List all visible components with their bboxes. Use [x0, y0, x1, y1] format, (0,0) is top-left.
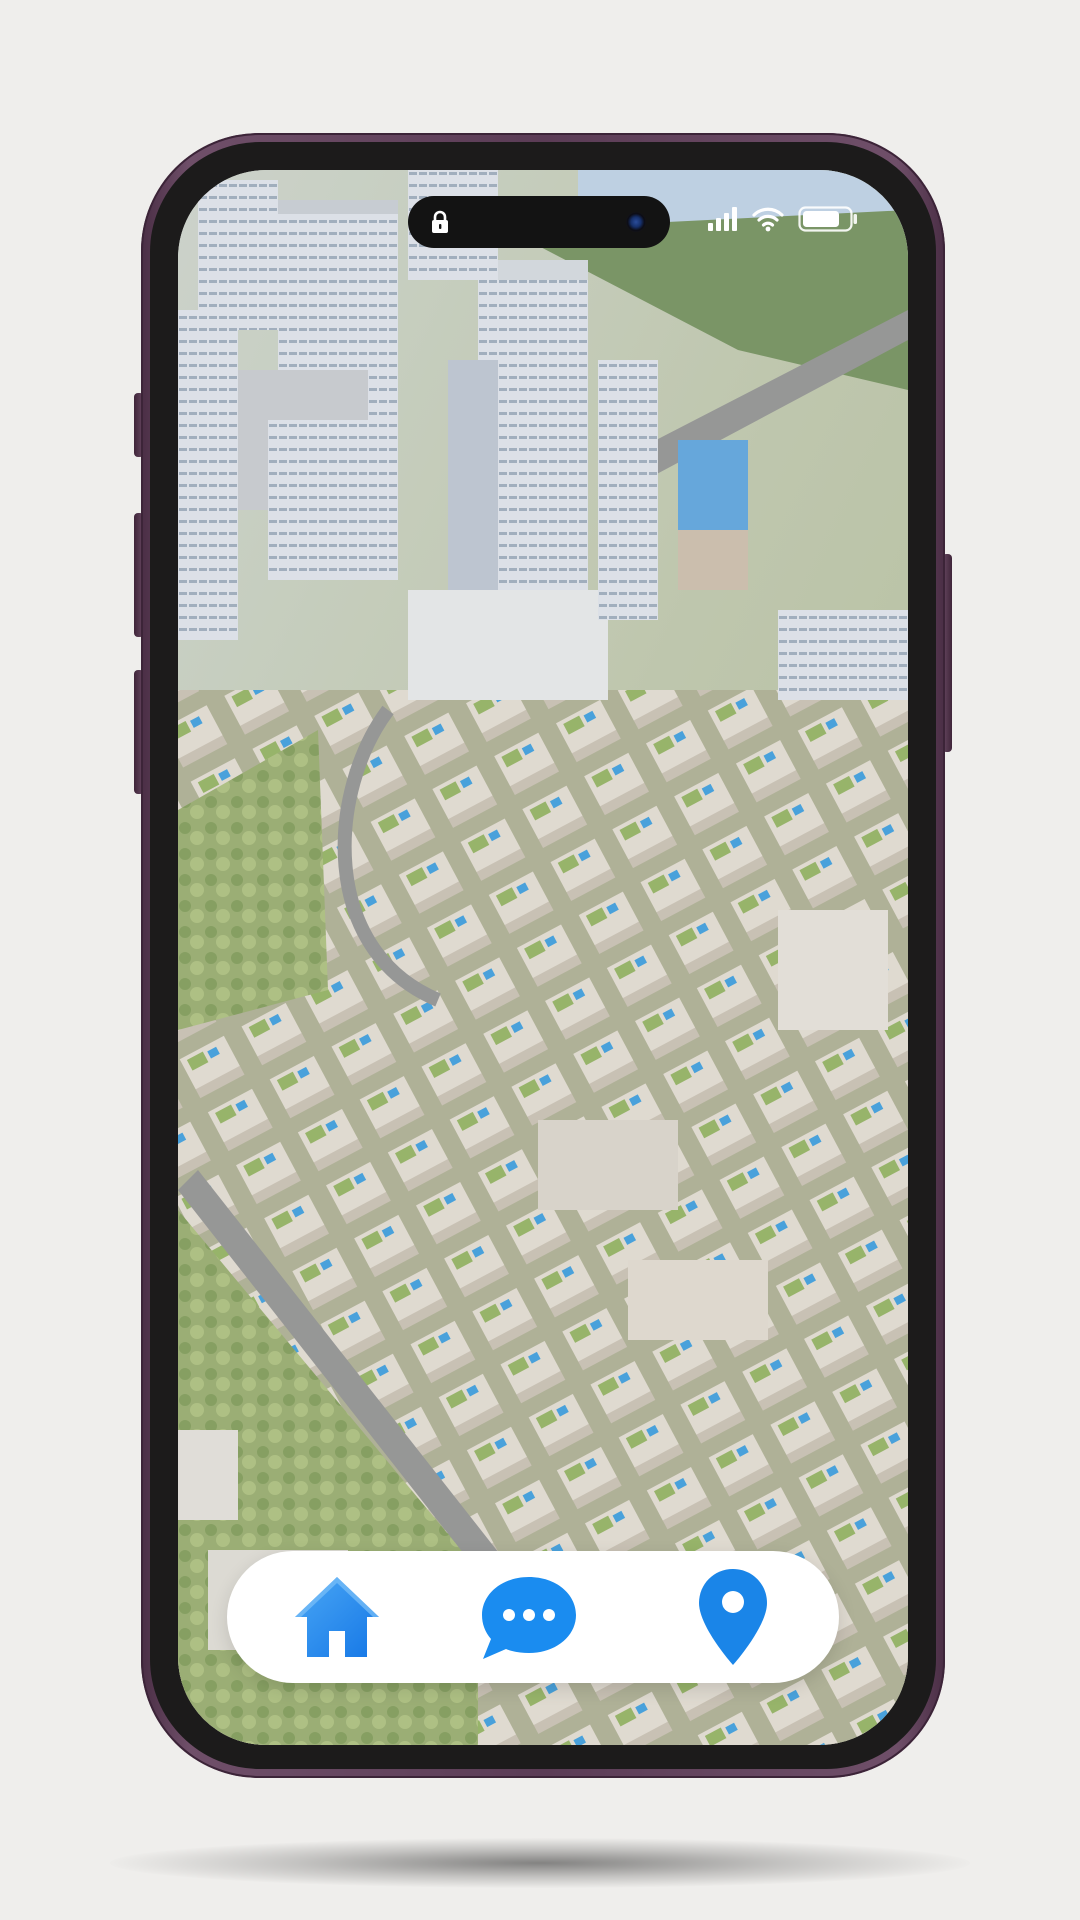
location-pin-icon: [699, 1569, 767, 1665]
front-camera-icon: [626, 212, 646, 232]
device-shadow: [110, 1838, 970, 1888]
wifi-icon: [752, 207, 784, 232]
bottom-tab-bar: [227, 1551, 839, 1683]
house-icon: [295, 1577, 379, 1657]
status-bar: [708, 206, 858, 232]
mockup-stage: [0, 0, 1080, 1920]
phone-screen: [178, 170, 908, 1745]
tab-home[interactable]: [277, 1551, 397, 1683]
city-wallpaper: [178, 170, 908, 1745]
chat-bubble-icon: [482, 1577, 576, 1659]
cellular-signal-icon: [708, 207, 737, 231]
tab-map[interactable]: [673, 1551, 793, 1683]
lock-icon: [432, 210, 448, 233]
dynamic-island: [408, 196, 670, 248]
tab-chat[interactable]: [469, 1551, 589, 1683]
battery-icon: [798, 206, 857, 232]
